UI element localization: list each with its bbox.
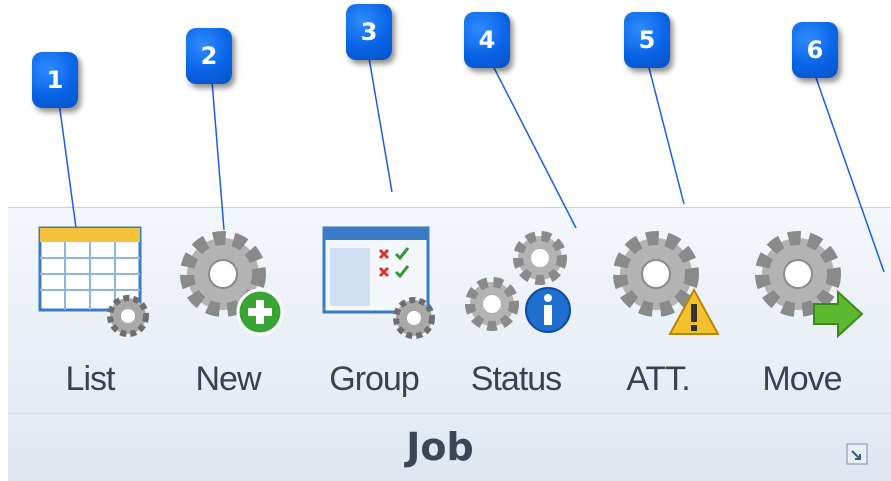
- status-button-label: Status: [470, 360, 562, 398]
- callout-badge-3: 3: [346, 4, 392, 60]
- gear-plus-icon: [180, 231, 284, 336]
- gear-arrow-icon: [755, 231, 864, 339]
- status-button[interactable]: Status: [446, 218, 586, 408]
- ribbon-group-separator: [8, 413, 891, 414]
- callout-badge-4: 4: [464, 12, 510, 68]
- callout-badge-6: 6: [792, 22, 838, 78]
- move-button-label: Move: [762, 360, 842, 398]
- group-button[interactable]: Group: [304, 218, 444, 408]
- group-button-label: Group: [329, 360, 420, 398]
- new-button[interactable]: New: [158, 218, 298, 408]
- list-table-gear-icon: [38, 226, 149, 337]
- att-button[interactable]: ATT.: [588, 218, 728, 408]
- move-button[interactable]: Move: [732, 218, 872, 408]
- list-button-label: List: [65, 360, 116, 398]
- list-button[interactable]: List: [20, 218, 160, 408]
- callout-badge-2: 2: [186, 28, 232, 84]
- new-button-label: New: [195, 360, 261, 398]
- callout-badge-1: 1: [32, 52, 78, 108]
- ribbon-group-title: Job: [406, 425, 474, 469]
- callout-badge-5: 5: [624, 12, 670, 68]
- gears-info-icon: [465, 231, 571, 333]
- att-button-label: ATT.: [626, 360, 690, 398]
- group-checklist-gear-icon: [322, 226, 435, 339]
- dialog-launcher-icon[interactable]: [846, 443, 868, 465]
- gear-warning-icon: [613, 231, 720, 335]
